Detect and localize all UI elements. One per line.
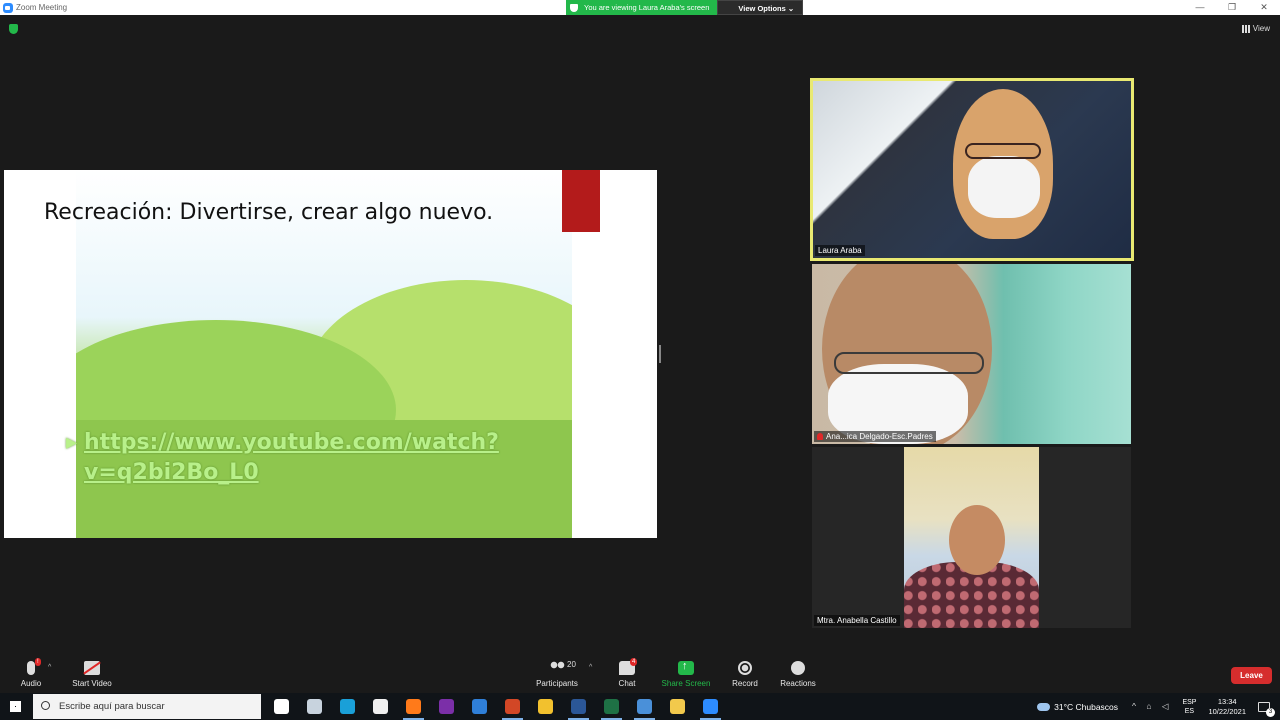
participant-glasses <box>834 352 984 374</box>
chat-unread-badge: 4 <box>630 658 638 666</box>
viewing-text: You are viewing Laura Araba's screen <box>584 3 710 12</box>
screen-share-banner: You are viewing Laura Araba's screen Vie… <box>566 0 804 15</box>
reactions-label: Reactions <box>780 679 816 688</box>
viewing-indicator: You are viewing Laura Araba's screen <box>566 0 718 15</box>
cloud-rain-icon <box>1037 702 1051 711</box>
language-bottom: ES <box>1184 707 1195 715</box>
restore-button[interactable]: ❐ <box>1216 0 1248 15</box>
grid-view-icon <box>1241 24 1250 33</box>
participant-name: Ana...ica Delgado-Esc.Padres <box>826 432 933 441</box>
record-label: Record <box>732 679 758 688</box>
weather-text: 31°C Chubascos <box>1054 701 1119 712</box>
taskbar-clock[interactable]: 13:34 10/22/2021 <box>1208 697 1246 717</box>
clock-date: 10/22/2021 <box>1208 706 1246 716</box>
participants-icon <box>549 661 565 675</box>
view-button[interactable]: View <box>1241 24 1270 33</box>
audio-options-caret[interactable]: ^ <box>48 664 51 671</box>
slide-heading: Recreación: Divertirse, crear algo nuevo… <box>44 200 494 225</box>
participant-tile-anabella-castillo[interactable]: Mtra. Anabella Castillo <box>812 447 1131 628</box>
meeting-toolbar: ! Audio ^ Start Video 20 Participants ^ … <box>0 655 1280 693</box>
chat-label: Chat <box>618 679 636 688</box>
mail-icon[interactable] <box>463 693 496 720</box>
participant-video <box>904 447 1039 628</box>
encryption-shield-icon[interactable] <box>9 24 18 34</box>
reactions-button[interactable]: Reactions <box>758 655 838 688</box>
clock-time: 13:34 <box>1217 696 1237 706</box>
notification-center-icon[interactable]: 3 <box>1258 701 1275 717</box>
reactions-smiley-icon <box>791 661 805 675</box>
audio-label: Audio <box>20 679 42 688</box>
search-placeholder: Escribe aquí para buscar <box>59 701 165 712</box>
share-screen-label: Share Screen <box>661 679 711 688</box>
shared-screen-slide: Recreación: Divertirse, crear algo nuevo… <box>4 170 657 538</box>
excel-icon[interactable] <box>595 693 628 720</box>
chrome-icon[interactable] <box>529 693 562 720</box>
microphone-icon <box>27 661 35 675</box>
windows-start-icon[interactable] <box>10 701 21 712</box>
close-button[interactable]: ✕ <box>1248 0 1280 15</box>
view-label: View <box>1252 24 1270 33</box>
language-indicator[interactable]: ESP ES <box>1182 698 1196 716</box>
zoom-taskbar-icon[interactable] <box>694 693 727 720</box>
task-view-icon[interactable] <box>265 693 298 720</box>
people-app-icon[interactable] <box>298 693 331 720</box>
window-title: Zoom Meeting <box>16 3 68 12</box>
participants-label: Participants <box>536 679 578 688</box>
leave-button[interactable]: Leave <box>1231 667 1272 684</box>
file-explorer-icon[interactable] <box>661 693 694 720</box>
slide-youtube-link[interactable]: https://www.youtube.com/watch?v=q2bi2Bo_… <box>66 428 544 488</box>
taskbar-search-input[interactable]: Escribe aquí para buscar <box>33 694 261 719</box>
windows-taskbar: Escribe aquí para buscar 31°C Chubascos … <box>0 693 1280 720</box>
notification-count: 3 <box>1266 707 1275 717</box>
share-screen-icon <box>678 660 694 675</box>
participant-glasses <box>965 143 1041 159</box>
participant-mask <box>968 156 1040 218</box>
minimize-button[interactable]: — <box>1184 0 1216 15</box>
language-top: ESP <box>1182 698 1197 706</box>
window-controls: — ❐ ✕ <box>1184 0 1280 15</box>
powerpoint-icon[interactable] <box>496 693 529 720</box>
participant-name: Laura Araba <box>815 245 865 256</box>
onenote-icon[interactable] <box>430 693 463 720</box>
tray-system-icons[interactable]: ^ ⌂ ◁ <box>1132 701 1172 712</box>
slide-red-accent <box>562 170 600 232</box>
participant-name-label: Ana...ica Delgado-Esc.Padres <box>814 431 936 442</box>
chrome-profile-icon[interactable] <box>628 693 661 720</box>
panel-splitter-handle[interactable] <box>659 345 661 363</box>
participant-tile-delgado[interactable]: Ana...ica Delgado-Esc.Padres <box>812 264 1131 444</box>
firefox-icon[interactable] <box>397 693 430 720</box>
participants-count: 20 <box>567 660 576 669</box>
edge-browser-icon[interactable] <box>331 693 364 720</box>
start-video-button[interactable]: Start Video <box>52 655 132 688</box>
taskbar-app-icons <box>265 693 727 720</box>
weather-widget[interactable]: 31°C Chubascos <box>1037 702 1118 712</box>
share-shield-icon <box>570 3 578 12</box>
start-video-label: Start Video <box>72 679 112 688</box>
store-icon[interactable] <box>364 693 397 720</box>
participants-button[interactable]: 20 Participants <box>517 655 597 688</box>
participant-name: Mtra. Anabella Castillo <box>814 615 900 626</box>
record-icon <box>738 661 752 675</box>
search-icon <box>41 701 50 710</box>
participant-tile-laura-araba[interactable]: Laura Araba <box>810 78 1134 261</box>
video-off-icon <box>84 661 100 675</box>
audio-alert-badge: ! <box>35 658 41 666</box>
zoom-app-icon <box>3 2 13 13</box>
system-tray: 31°C Chubascos ^ ⌂ ◁ ESP ES 13:34 10/22/… <box>1037 693 1280 720</box>
mic-muted-icon <box>817 433 823 440</box>
view-options-button[interactable]: View Options ⌄ <box>717 0 804 15</box>
word-icon[interactable] <box>562 693 595 720</box>
participant-video-face <box>949 505 1005 575</box>
